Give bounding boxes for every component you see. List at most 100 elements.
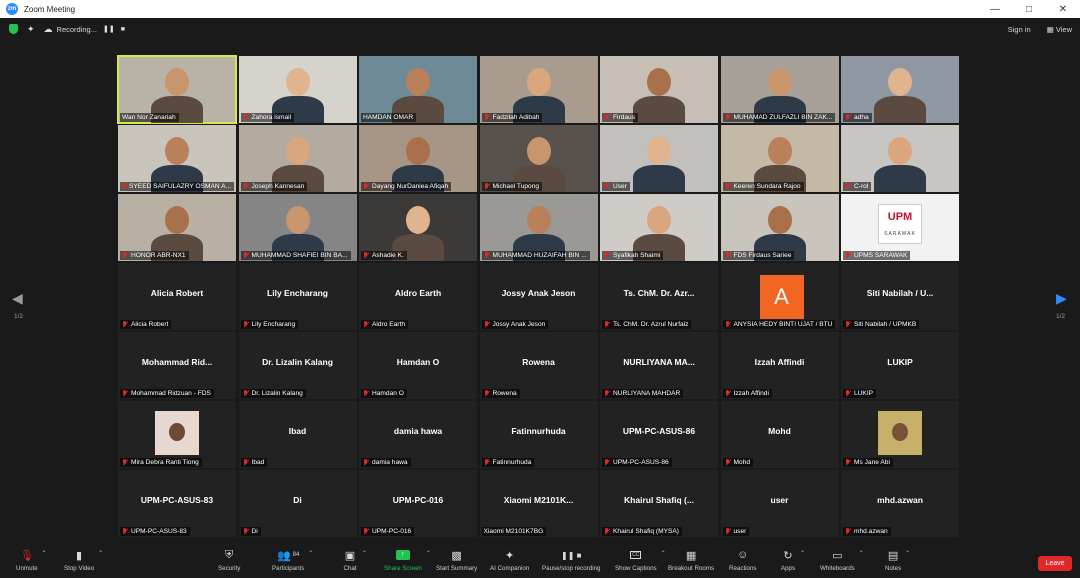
participant-tile[interactable]: user user [720,470,839,537]
recording-indicator[interactable]: ☁ Recording... ❚❚ ■ [44,24,125,35]
participant-tile[interactable]: Syafikah Shaimi [600,194,718,261]
participant-tile[interactable]: Aldro Earth Aldro Earth [359,263,477,330]
participant-tile[interactable]: Fadzilah Adibah [479,56,598,123]
participant-tile[interactable]: UPM-PC-ASUS-83 UPM-PC-ASUS-83 [118,470,236,537]
participant-tile[interactable]: FDS Firdaus Sariee [720,194,839,261]
leave-button[interactable]: Leave [1038,556,1072,571]
participant-tile[interactable]: Rowena Rowena [479,332,598,399]
participant-tile[interactable]: LUKIP LUKIP [841,332,959,399]
next-page-arrow-icon[interactable]: ▶ [1056,290,1067,307]
apps-caret-icon[interactable]: ⌃ [800,550,805,557]
notes-caret-icon[interactable]: ⌃ [905,550,910,557]
participant-name-label: Hamdan O [361,389,407,398]
participant-tile[interactable]: Xiaomi M2101K... Xiaomi M2101K7BG [479,470,598,537]
chat-button[interactable]: ▣ Chat ⌃ [342,548,367,573]
participant-name: Ashadie K. [372,252,404,259]
participant-name: Mohd [733,459,751,466]
notes-button[interactable]: ▤ Notes ⌃ [885,548,910,573]
whiteboards-caret-icon[interactable]: ⌃ [859,550,864,557]
security-button[interactable]: ⛨ Security [218,548,240,573]
participant-name: user [733,528,747,535]
participant-tile[interactable]: Dayang NurDaniea Afiqah [359,125,477,192]
participant-tile[interactable]: MUHAMMAD SHAFIEI BIN BA... [238,194,357,261]
participant-tile[interactable]: Ts. ChM. Dr. Azr... Ts. ChM. Dr. Azrul Nu… [600,263,718,330]
participant-tile[interactable]: HAMDAN OMAR [359,56,477,123]
pause-icon[interactable]: ❚❚ [103,25,115,33]
participant-display-name: Jossy Anak Jeson [501,288,576,298]
participant-tile[interactable]: C-rol [841,125,959,192]
encryption-shield-icon[interactable] [9,24,18,34]
participant-tile[interactable]: Siti Nabilah / U... Siti Nabilah / UPMKB [841,263,959,330]
participant-tile[interactable]: Ibad Ibad [238,401,357,468]
captions-caret-icon[interactable]: ⌃ [661,550,666,557]
participant-tile[interactable]: NURLIYANA MA... NURLIYANA MAHDAR [600,332,718,399]
participants-caret-icon[interactable]: ⌃ [308,550,313,557]
participant-name-label: LUKIP [843,389,877,398]
participant-tile[interactable]: Izzah Affindi Izzah Affindi [720,332,839,399]
muted-microphone-icon [122,459,128,466]
participant-tile[interactable]: UPM-PC-016 UPM-PC-016 [359,470,477,537]
participant-tile[interactable]: Khairul Shafiq (... Khairul Shafiq (MYSA) [600,470,718,537]
participant-tile[interactable]: Michael Tupong [479,125,598,192]
participant-tile[interactable]: Alicia Robert Alicia Robert [118,263,236,330]
participant-tile[interactable]: Jossy Anak Jeson Jossy Anak Jeson [479,263,598,330]
view-button[interactable]: ▦ View [1047,25,1072,34]
participant-tile[interactable]: Hamdan O Hamdan O [359,332,477,399]
participant-tile[interactable]: MUHAMMAD HUZAIFAH BIN ... [479,194,598,261]
previous-page-arrow-icon[interactable]: ◀ [12,290,23,307]
participant-name-label: Mohd [722,458,753,467]
participant-tile[interactable]: Mohd Mohd [720,401,839,468]
participant-name: Fatinnurhuda [492,459,532,466]
unmute-button[interactable]: 🎙 Unmute ⌃ [16,548,47,573]
participant-tile[interactable]: Lily Encharang Lily Encharang [238,263,357,330]
participant-tile[interactable]: damia hawa damia hawa [359,401,477,468]
participant-tile[interactable]: Ashadie K. [359,194,477,261]
whiteboards-button[interactable]: ▭ Whiteboards ⌃ [820,548,864,573]
start-summary-button[interactable]: ▩ Start Summary [436,548,477,573]
participant-tile[interactable]: Ms Jane Abi [841,401,959,468]
participant-tile[interactable]: Dr. Lizalin Kalang Dr. Lizalin Kalang [238,332,357,399]
participant-tile[interactable]: Firdaus [600,56,718,123]
participant-tile[interactable]: HONOR ABR-NX1 [118,194,236,261]
sign-in-link[interactable]: Sign in [1008,25,1031,34]
participant-tile[interactable]: Keeren Sundara Rajoo [720,125,839,192]
video-options-caret-icon[interactable]: ⌃ [98,550,103,557]
participant-tile[interactable]: MUHAMAD ZULFAZLI BIN ZAK... [720,56,839,123]
ai-companion-button[interactable]: ✦ AI Companion [490,548,529,573]
close-button[interactable]: ✕ [1046,0,1080,18]
stop-video-button[interactable]: ▮ Stop Video ⌃ [64,548,103,573]
participant-tile[interactable]: Zahora ismail [238,56,357,123]
participant-tile[interactable]: UPM-PC-ASUS-86 UPM-PC-ASUS-86 [600,401,718,468]
participant-tile[interactable]: UPM SARAWAK UPMS SARAWAK [841,194,959,261]
share-screen-button[interactable]: ↑ Share Screen ⌃ [384,548,431,572]
participant-tile[interactable]: A ANYSIA HEDY BINTI UJAT / BTU [720,263,839,330]
audio-options-caret-icon[interactable]: ⌃ [42,550,47,557]
participant-tile[interactable]: Mohammad Rid... Mohammad Ridzuan - FDS [118,332,236,399]
pause-stop-recording-button[interactable]: ❚❚ ■ Pause/stop recording [542,548,600,573]
participant-tile[interactable]: mhd.azwan mhd.azwan [841,470,959,537]
apps-button[interactable]: ↻ Apps ⌃ [780,548,805,573]
participant-tile[interactable]: User [600,125,718,192]
participant-face [406,206,430,234]
minimize-button[interactable]: — [978,0,1012,18]
maximize-button[interactable]: □ [1012,0,1046,18]
participant-tile[interactable]: SYEED SAIFULAZRY OSMAN A... [118,125,236,192]
participant-tile[interactable]: adha [841,56,959,123]
participant-tile[interactable]: Di Di [238,470,357,537]
participant-tile[interactable]: Wan Nor Zanariah [117,55,237,124]
share-options-caret-icon[interactable]: ⌃ [426,550,431,557]
chat-bubble-icon: ▣ [344,549,356,562]
show-captions-label: Show Captions [615,565,657,572]
participants-button[interactable]: 👥 84 Participants ⌃ [272,548,313,573]
meeting-info-icon[interactable]: ✦ [27,24,35,35]
participant-tile[interactable]: Joseph Kannesan [238,125,357,192]
reactions-button[interactable]: ☺ Reactions [729,548,757,572]
breakout-rooms-button[interactable]: ▦ Breakout Rooms [668,548,714,573]
meeting-toolbar: 🎙 Unmute ⌃ ▮ Stop Video ⌃ ⛨ Security 👥 84… [0,546,1080,578]
participant-name-label: Joseph Kannesan [240,182,308,191]
participant-tile[interactable]: Fatinnurhuda Fatinnurhuda [479,401,598,468]
show-captions-button[interactable]: CC Show Captions ⌃ [615,548,666,572]
participant-tile[interactable]: Mira Debra Ranti Tiong [118,401,236,468]
chat-caret-icon[interactable]: ⌃ [362,550,367,557]
stop-icon[interactable]: ■ [121,26,125,33]
